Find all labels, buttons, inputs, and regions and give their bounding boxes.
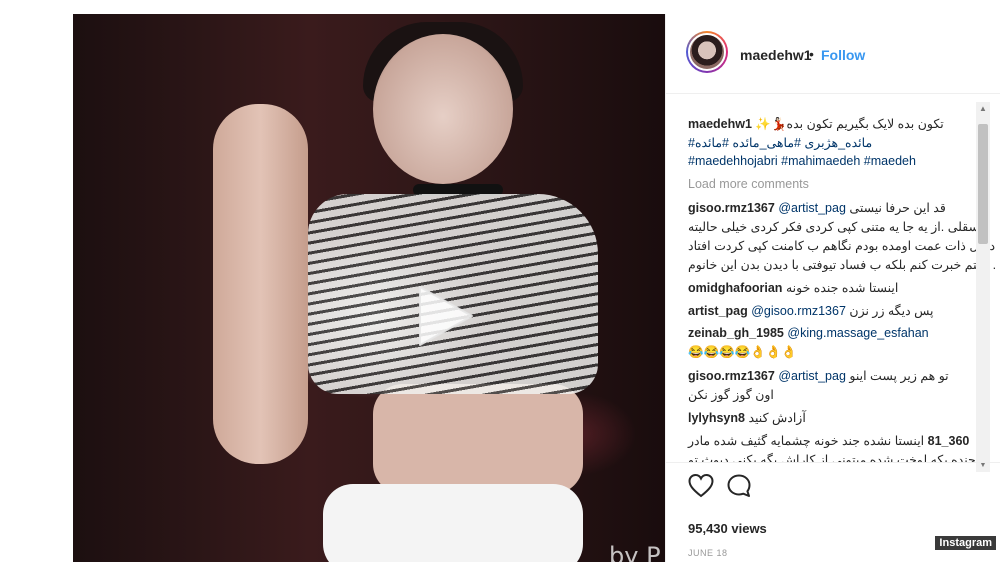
comment-item: artist_pag @gisoo.rmz1367 پس دیگه زر نزن [688,303,934,318]
image-credit: Instagram [935,536,996,550]
comment-item: zeinab_gh_1985 @king.massage_esfahan [688,326,929,340]
view-count: 95,430 views [688,521,767,536]
video-player[interactable]: by P [73,14,665,562]
comment-text-line: دنبال ذات عمت اومده بودم نگاهم ب کامنت ک… [688,239,996,253]
video-frame-face [373,34,513,184]
play-icon[interactable] [410,283,476,349]
comment-mention[interactable]: @gisoo.rmz1367 [751,304,846,318]
video-frame-arm [213,104,308,464]
comment-mention[interactable]: @artist_pag [778,201,846,215]
comment-text: اینستا شده جنده خونه [785,281,899,295]
comment-text: آزادش کنید [748,411,806,425]
comment-mention[interactable]: @artist_pag [778,369,846,383]
post-sidebar: maedehw1 • Follow maedehw1 تکون بده لایک… [665,14,1000,562]
comment-text-line: فسقلی .از یه جا یه متنی کپی کردی فکر کرد… [688,220,986,234]
comment-username[interactable]: zeinab_gh_1985 [688,326,784,340]
video-watermark: by P [609,542,661,562]
comment-username[interactable]: gisoo.rmz1367 [688,369,775,383]
comment-text-line: . گفتم خبرت کنم بلکه ب فساد تیوفتی با دی… [688,258,997,272]
caption-hashtags-fa[interactable]: مائده_هژبری #ماهی_مائده #مائده# [688,135,872,150]
caption-line-1: maedehw1 تکون بده لایک بگیریم تکون بده💃🏻… [688,116,944,132]
post-date[interactable]: JUNE 18 [688,548,728,558]
comment-text-line: اون گوز گوز نکن [688,388,774,402]
avatar[interactable] [686,31,728,73]
video-frame-shorts [323,484,583,562]
comment-item: gisoo.rmz1367 @artist_pag تو هم زیر پست … [688,368,949,383]
caption-username[interactable]: maedehw1 [688,117,752,131]
comment-text: اینستا نشده جند خونه چشمایه گثیف شده ماد… [688,434,925,448]
comment-item: gisoo.rmz1367 @artist_pag قد این حرفا نی… [688,200,946,215]
caption-hashtags-en[interactable]: #maedehhojabri #mahimaedeh #maedeh [688,154,916,168]
comment-item: lylyhsyn8 آزادش کنید [688,410,806,425]
heart-icon[interactable] [688,473,714,499]
comment-username[interactable]: artist_pag [688,304,748,318]
comment-username[interactable]: gisoo.rmz1367 [688,201,775,215]
comment-text-line: جنده بکه لوخت شده میتونی از کاراش پگه بک… [688,453,976,462]
post-header: maedehw1 • Follow [666,14,1000,94]
comment-username[interactable]: 81_360 [928,434,970,448]
comment-item: omidghafoorian اینستا شده جنده خونه [688,280,898,295]
comments-scrollbar[interactable]: ▲ ▼ [976,102,990,472]
caption-text: تکون بده لایک بگیریم تکون بده💃🏻✨ [755,117,944,131]
screenshot-stage: by P maedehw1 • Follow maedehw1 تکون بده… [0,0,1000,562]
comment-mention[interactable]: @king.massage_esfahan [787,326,928,340]
load-more-comments[interactable]: Load more comments [688,177,809,191]
post-username[interactable]: maedehw1 [740,47,812,63]
load-more-label[interactable]: Load more comments [688,177,809,191]
comment-emoji-line: 😂😂😂😂👌👌👌 [688,345,797,359]
scroll-thumb[interactable] [978,124,988,244]
scroll-up-arrow-icon[interactable]: ▲ [976,102,990,116]
comment-text: تو هم زیر پست اینو [849,369,949,383]
comment-username[interactable]: omidghafoorian [688,281,782,295]
comment-text: قد این حرفا نیستی [849,201,946,215]
comment-username[interactable]: lylyhsyn8 [688,411,745,425]
follow-button[interactable]: Follow [821,47,865,63]
separator-dot: • [809,46,814,62]
comment-text: پس دیگه زر نزن [849,304,934,318]
comment-item: اینستا نشده جند خونه چشمایه گثیف شده ماد… [688,433,969,448]
comment-icon[interactable] [726,473,752,499]
video-frame-waist [373,384,583,494]
comments-list[interactable]: maedehw1 تکون بده لایک بگیریم تکون بده💃🏻… [666,94,1000,462]
